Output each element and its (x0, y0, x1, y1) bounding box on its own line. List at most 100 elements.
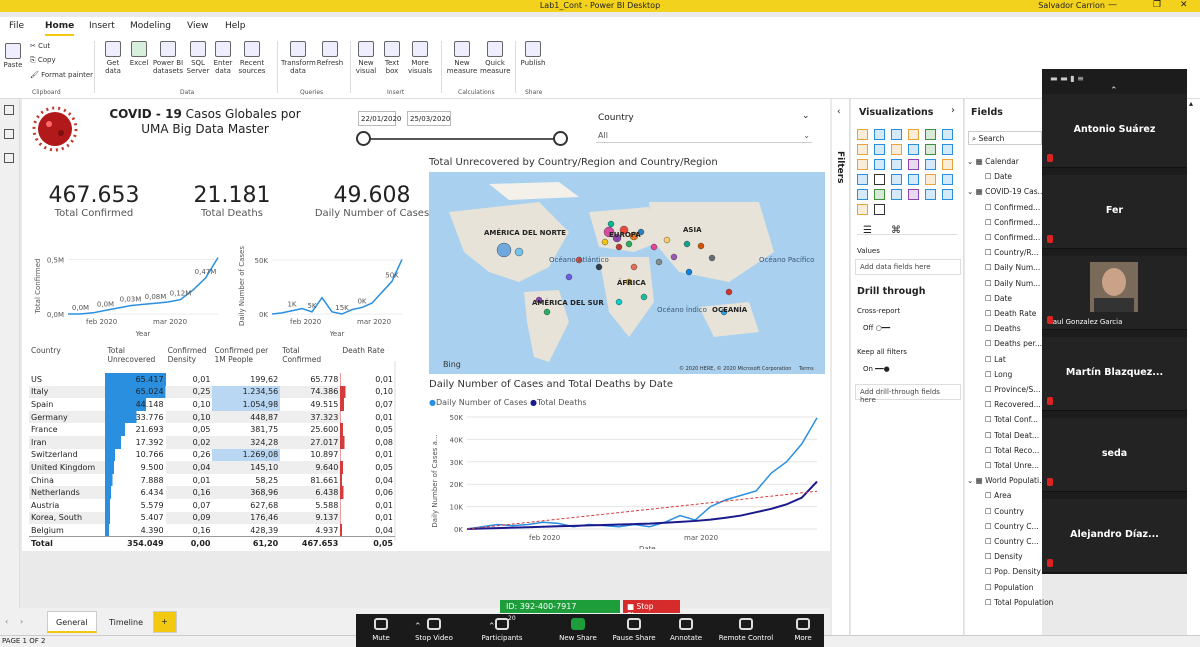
checkbox-icon[interactable]: ☐ (985, 537, 994, 546)
checkbox-icon[interactable]: ☐ (985, 324, 994, 333)
new-share-button[interactable]: New Share (548, 634, 608, 642)
visual-type-icon[interactable] (925, 159, 936, 170)
menu-file[interactable]: File (9, 21, 24, 31)
gallery-view-icon[interactable]: ▬ ▬ ▮ ≡ (1050, 74, 1084, 83)
date-slider-end[interactable] (553, 131, 568, 146)
checkbox-icon[interactable]: ☐ (985, 339, 994, 348)
participants-icon[interactable] (495, 618, 509, 630)
options-chevron-icon[interactable]: ⌃ (414, 622, 422, 632)
checkbox-icon[interactable]: ☐ (985, 263, 994, 272)
checkbox-icon[interactable]: ☐ (985, 507, 994, 516)
participant-tile[interactable]: seda (1042, 418, 1187, 492)
table-row[interactable]: Belgium 4.390 0,16 428,39 4.937 0,04 (29, 524, 395, 537)
visual-type-icon[interactable] (891, 144, 902, 155)
recent-sources-button[interactable]: Recent sources (236, 41, 268, 75)
checkbox-icon[interactable]: ☐ (985, 233, 994, 242)
filters-pane-collapsed[interactable]: Filters ‹ (832, 99, 850, 635)
checkbox-icon[interactable]: ☐ (985, 355, 994, 364)
participants-button[interactable]: Participants (472, 634, 532, 642)
new-visual-button[interactable]: New visual (354, 41, 378, 75)
map-bubble[interactable] (625, 240, 633, 248)
field-table[interactable]: ⌄ ▦ Calendar (967, 157, 1044, 166)
world-map[interactable]: AMÉRICA DEL NORTE AMÉRICA DEL SUR EUROPA… (429, 172, 825, 374)
visual-type-icon[interactable] (857, 204, 868, 215)
table-icon[interactable]: ⌄ ▦ (967, 476, 985, 485)
tab-prev-icon[interactable]: ‹ (5, 617, 8, 626)
map-bubble[interactable] (615, 298, 623, 306)
annotate-button[interactable]: Annotate (656, 634, 716, 642)
table-row[interactable]: Iran 17.392 0,02 324,28 27.017 0,08 (29, 435, 395, 449)
participant-tile[interactable]: Martín Blazquez... (1042, 337, 1187, 411)
checkbox-icon[interactable]: ☐ (985, 370, 994, 379)
minimize-icon[interactable]: — (1108, 0, 1117, 10)
checkbox-icon[interactable]: ☐ (985, 522, 994, 531)
map-bubble[interactable] (630, 263, 638, 271)
checkbox-icon[interactable]: ☐ (985, 461, 994, 470)
values-drop-zone[interactable]: Add data fields here (855, 259, 961, 275)
fields-well-icon[interactable]: ☰ (863, 225, 872, 236)
map-bubble[interactable] (565, 273, 573, 281)
visual-type-icon[interactable] (925, 144, 936, 155)
cross-report-toggle[interactable]: Off ○━━ (863, 324, 890, 332)
menu-modeling[interactable]: Modeling (130, 21, 171, 31)
copy-button[interactable]: ⎘ Copy (30, 56, 56, 64)
data-view-icon[interactable] (4, 129, 14, 139)
checkbox-icon[interactable]: ☐ (985, 583, 994, 592)
map-bubble[interactable] (683, 240, 691, 248)
mute-icon[interactable] (374, 618, 388, 630)
table-row[interactable]: Spain 44.148 0,10 1.054,98 49.515 0,07 (29, 398, 395, 411)
visual-type-icon[interactable] (874, 159, 885, 170)
stop-share-button[interactable]: ■ Stop Share (623, 600, 680, 620)
sql-server-button[interactable]: SQL Server (186, 41, 210, 75)
more-icon[interactable] (796, 618, 810, 630)
visual-type-icon[interactable] (942, 189, 953, 200)
table-row[interactable]: Korea, South 5.407 0,09 176,46 9.137 0,01 (29, 511, 395, 525)
tab-timeline[interactable]: Timeline (100, 611, 153, 633)
date-to-input[interactable]: 25/03/2020 (407, 111, 451, 126)
visual-type-icon[interactable] (874, 189, 885, 200)
visual-type-icon[interactable] (891, 129, 902, 140)
chevron-left-icon[interactable]: ‹ (837, 107, 841, 117)
visual-type-icon[interactable] (874, 204, 885, 215)
pause-share-button[interactable]: Pause Share (604, 634, 664, 642)
participant-tile[interactable]: Raul Gonzalez Garcia (1042, 256, 1187, 330)
power-bi-datasets-button[interactable]: Power BI datasets (152, 41, 184, 75)
table-row[interactable]: Switzerland 10.766 0,26 1.269,08 10.897 0,01 (29, 448, 395, 462)
visual-type-icon[interactable] (874, 174, 885, 185)
checkbox-icon[interactable]: ☐ (985, 400, 994, 409)
more-button[interactable]: More (773, 634, 833, 642)
column-header[interactable]: Total Confirmed (280, 345, 340, 373)
column-header[interactable]: Confirmed Density (166, 345, 213, 373)
column-header[interactable]: Confirmed per 1M People (212, 345, 280, 373)
visual-type-icon[interactable] (857, 174, 868, 185)
remote-control-button[interactable]: Remote Control (716, 634, 776, 642)
chevron-right-icon[interactable]: › (951, 105, 955, 116)
visual-type-icon[interactable] (891, 189, 902, 200)
excel-button[interactable]: Excel (128, 41, 150, 67)
annotate-icon[interactable] (679, 618, 693, 630)
participant-tile[interactable]: Antonio Suárez (1042, 94, 1187, 168)
mute-button[interactable]: Mute (351, 634, 411, 642)
paste-button[interactable]: Paste (3, 43, 23, 69)
visual-type-icon[interactable] (891, 174, 902, 185)
scroll-up-icon[interactable]: ▴ (1189, 99, 1193, 108)
column-header[interactable]: Country (29, 345, 105, 373)
map-bubble[interactable] (615, 243, 623, 251)
maximize-icon[interactable]: ❐ (1153, 0, 1161, 10)
publish-button[interactable]: Publish (519, 41, 547, 67)
visual-type-icon[interactable] (925, 189, 936, 200)
map-bubble[interactable] (601, 238, 609, 246)
drill-drop-zone[interactable]: Add drill-through fields here (855, 384, 961, 404)
visual-type-icon[interactable] (925, 174, 936, 185)
format-paint-icon[interactable]: ⌘ (891, 225, 901, 236)
new-share-icon[interactable] (571, 618, 585, 630)
visual-type-icon[interactable] (908, 159, 919, 170)
stop-video-button[interactable]: Stop Video (404, 634, 464, 642)
format-painter-button[interactable]: 🖌 Format painter (30, 71, 93, 79)
table-row[interactable]: Austria 5.579 0,07 627,68 5.588 0,01 (29, 498, 395, 512)
stop-video-icon[interactable] (427, 618, 441, 630)
map-bubble[interactable] (650, 243, 658, 251)
checkbox-icon[interactable]: ☐ (985, 279, 994, 288)
checkbox-icon[interactable]: ☐ (985, 172, 994, 181)
visual-type-icon[interactable] (857, 129, 868, 140)
